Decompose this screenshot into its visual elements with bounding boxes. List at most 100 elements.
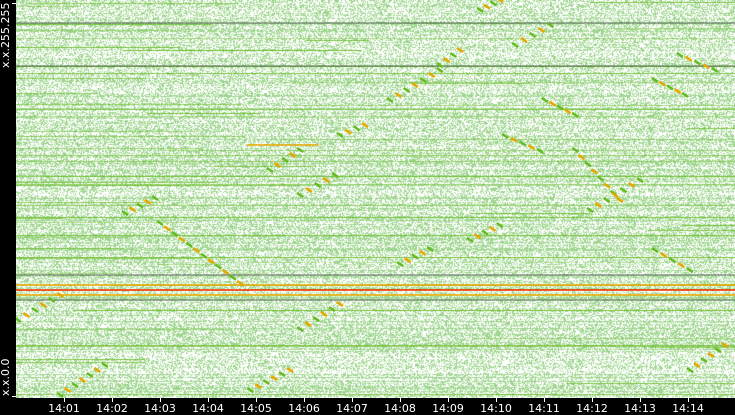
streak-mark — [296, 191, 304, 199]
streak-mark — [511, 41, 519, 49]
streak-mark — [666, 84, 674, 91]
streak-mark — [702, 63, 710, 70]
streak-mark — [151, 195, 159, 202]
streak-mark — [489, 0, 497, 7]
streak-mark — [714, 346, 722, 354]
y-label-bottom: x.x.0.0 — [0, 358, 12, 396]
streak-mark — [594, 202, 603, 209]
streak-mark — [136, 202, 144, 209]
streak-mark — [616, 197, 624, 204]
streak-mark — [207, 258, 215, 265]
streak-mark — [419, 76, 427, 84]
streak-mark — [71, 381, 79, 389]
streak-mark — [510, 136, 518, 143]
y-tick-top — [12, 3, 16, 4]
streak-mark — [322, 176, 331, 184]
scan-streak — [246, 367, 294, 394]
scan-streak — [436, 46, 464, 69]
streak-mark — [684, 55, 693, 62]
streak-mark — [449, 51, 457, 59]
scan-streak — [676, 51, 719, 74]
streak-mark — [313, 181, 322, 189]
x-tick-label: 14:05 — [240, 402, 272, 415]
x-tick-label: 14:10 — [480, 402, 512, 415]
streak-mark — [590, 168, 599, 175]
streak-mark — [518, 140, 527, 147]
streak-mark — [497, 0, 504, 4]
streak-mark — [501, 132, 509, 140]
streak-mark — [396, 260, 404, 268]
streak-mark — [56, 291, 64, 299]
streak-mark — [214, 263, 222, 270]
streak-mark — [411, 81, 419, 89]
streak-mark — [63, 386, 72, 394]
scan-streak — [466, 221, 504, 244]
streak-mark — [128, 206, 137, 213]
scan-streak — [651, 76, 689, 98]
streak-mark — [31, 306, 39, 314]
streak-mark — [48, 296, 56, 304]
y-tick-bottom — [12, 396, 16, 397]
streak-mark — [312, 316, 320, 323]
streak-mark — [496, 221, 504, 229]
streak-mark — [563, 108, 572, 115]
streak-mark — [707, 351, 715, 359]
streak-mark — [200, 252, 208, 259]
scan-streak — [651, 246, 694, 274]
streak-mark — [156, 219, 164, 227]
streak-mark — [170, 230, 179, 237]
streak-mark — [603, 197, 611, 204]
streak-mark — [281, 156, 289, 164]
streak-mark — [254, 382, 262, 390]
streak-mark — [529, 31, 537, 39]
streak-mark — [473, 233, 482, 240]
streak-mark — [336, 131, 344, 139]
scan-streak — [121, 195, 159, 217]
streak-mark — [86, 371, 94, 379]
x-tick-label: 14:07 — [336, 402, 368, 415]
streak-mark — [700, 356, 708, 364]
scan-streak — [56, 361, 109, 398]
streak-mark — [93, 366, 102, 374]
streak-mark — [336, 301, 344, 308]
x-tick-label: 14:01 — [48, 402, 80, 415]
scan-streak — [476, 0, 504, 14]
streak-mark — [481, 229, 489, 236]
streak-mark — [192, 247, 201, 254]
streak-mark — [39, 301, 47, 309]
x-tick-label: 14:11 — [528, 402, 560, 415]
streak-mark — [426, 246, 434, 253]
streak-mark — [536, 147, 544, 155]
streak-mark — [651, 246, 659, 254]
streak-mark — [677, 261, 685, 269]
x-tick-label: 14:09 — [432, 402, 464, 415]
scan-streak — [586, 177, 644, 214]
streak-mark — [584, 161, 592, 168]
streak-mark — [658, 80, 667, 87]
scan-streak — [336, 121, 369, 139]
streak-mark — [163, 225, 171, 232]
streak-mark — [586, 207, 594, 214]
scan-streak — [396, 246, 434, 268]
scan-streak — [266, 146, 304, 174]
streak-mark — [466, 237, 474, 244]
streak-mark — [178, 236, 186, 243]
streak-mark — [304, 320, 312, 328]
streak-mark — [556, 104, 564, 111]
streak-mark — [721, 341, 729, 349]
streak-mark — [659, 251, 668, 259]
streak-mark — [436, 66, 444, 74]
streak-mark — [571, 111, 579, 118]
streak-mark — [296, 325, 304, 333]
scan-streak — [501, 132, 544, 155]
streak-mark — [537, 26, 546, 34]
streak-mark — [527, 144, 536, 151]
scan-streak — [541, 96, 579, 118]
streak-mark — [693, 59, 702, 66]
streak-mark — [16, 317, 22, 324]
streak-mark — [686, 367, 694, 374]
scan-streak — [296, 172, 339, 199]
streak-mark — [442, 56, 451, 64]
streak-mark — [266, 166, 274, 174]
streak-mark — [288, 151, 297, 159]
